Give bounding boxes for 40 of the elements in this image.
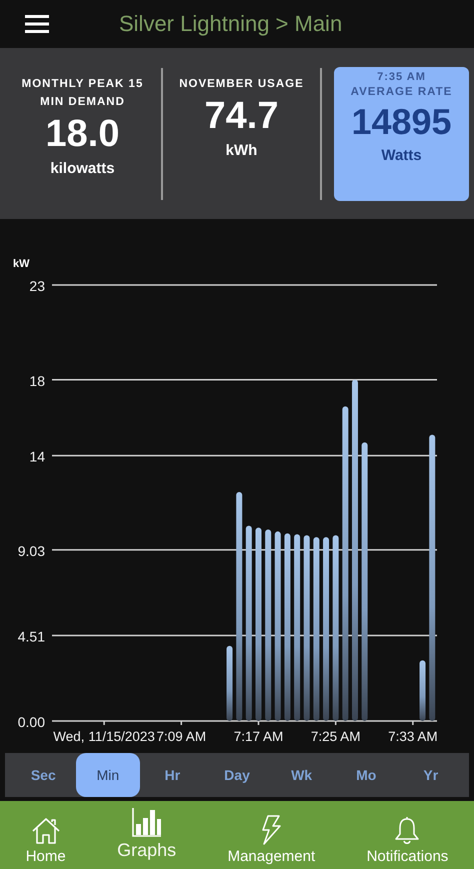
axis-unit: kW	[13, 258, 30, 270]
nav-tab[interactable]: Graphs	[115, 801, 178, 869]
stat-label: MONTHLY PEAK 15 MIN DEMAND	[20, 76, 144, 110]
x-tick-label: Wed, 11/15/2023	[53, 729, 155, 744]
y-tick-label: 9.03	[18, 542, 45, 559]
app-title: Silver Lightning > Main	[119, 11, 342, 37]
y-tick-label: 23	[29, 278, 45, 294]
y-tick-label: 0.00	[18, 714, 45, 730]
x-tick-label: 7:17 AM	[234, 729, 284, 744]
range-tab[interactable]: Wk	[269, 753, 334, 797]
stat-time: 7:35 AM	[377, 70, 426, 82]
bar	[420, 660, 426, 721]
stat-value: 18.0	[46, 112, 120, 156]
x-tick-label: 7:33 AM	[388, 729, 438, 744]
nav-tab[interactable]: Home	[24, 801, 68, 869]
range-tab[interactable]: Yr	[398, 753, 464, 797]
stat-label: AVERAGE RATE	[350, 84, 452, 100]
stat-unit: kilowatts	[50, 160, 115, 176]
range-tab[interactable]: Mo	[334, 753, 398, 797]
y-tick-label: 14	[29, 448, 45, 465]
stat-unit: Watts	[381, 146, 422, 164]
stat-value: 14895	[351, 100, 452, 142]
menu-icon[interactable]	[25, 15, 49, 33]
stat-value: 74.7	[204, 94, 278, 138]
lightning-icon	[260, 815, 282, 845]
range-tab[interactable]: Day	[204, 753, 270, 797]
y-tick-label: 4.51	[18, 628, 45, 644]
home-icon	[30, 817, 62, 845]
nav-tab[interactable]: Notifications	[364, 801, 450, 869]
bell-icon	[394, 815, 420, 845]
range-tab[interactable]: Min	[76, 753, 140, 797]
x-tick-label: 7:25 AM	[310, 729, 360, 744]
range-tab[interactable]: Sec	[11, 753, 76, 797]
bar-chart-icon	[130, 807, 163, 837]
x-tick-label: 7:09 AM	[156, 729, 206, 744]
nav-tab[interactable]: Management	[226, 801, 318, 869]
y-tick-label: 18	[29, 372, 45, 389]
stat-label: NOVEMBER USAGE	[179, 76, 304, 92]
range-tab[interactable]: Hr	[140, 753, 205, 797]
stat-unit: kWh	[226, 142, 258, 158]
